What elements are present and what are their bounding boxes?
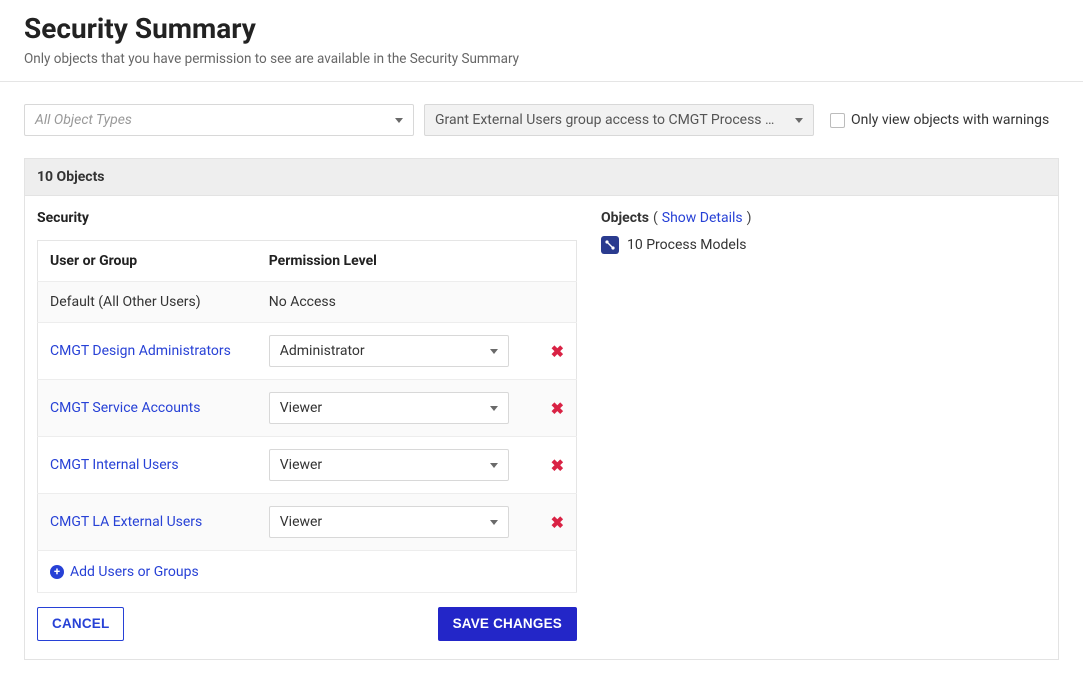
permission-select[interactable]: Viewer (269, 449, 509, 481)
warnings-only-checkbox[interactable]: Only view objects with warnings (830, 112, 1049, 128)
cancel-button[interactable]: CANCEL (37, 607, 124, 641)
caret-down-icon (490, 463, 498, 468)
process-model-icon (601, 236, 619, 254)
warnings-only-label: Only view objects with warnings (851, 112, 1049, 128)
show-details-link[interactable]: Show Details (662, 210, 743, 226)
remove-icon[interactable]: ✖ (551, 513, 564, 532)
filter-bar: All Object Types Grant External Users gr… (0, 82, 1083, 158)
panel-body: Security User or Group Permission Level … (25, 196, 1058, 659)
permission-select[interactable]: Administrator (269, 335, 509, 367)
panel-count-header: 10 Objects (25, 159, 1058, 196)
col-actions (539, 241, 577, 282)
group-link[interactable]: CMGT Design Administrators (50, 343, 231, 359)
default-group-label: Default (All Other Users) (50, 294, 201, 310)
group-link[interactable]: CMGT Service Accounts (50, 400, 200, 416)
object-types-placeholder: All Object Types (35, 112, 132, 128)
caret-down-icon (490, 349, 498, 354)
object-type-row: 10 Process Models (601, 236, 1046, 254)
permission-select[interactable]: Viewer (269, 392, 509, 424)
table-row: CMGT Service Accounts Viewer ✖ (38, 380, 577, 437)
add-users-groups-link[interactable]: + Add Users or Groups (50, 564, 199, 580)
caret-down-icon (395, 118, 403, 123)
group-link[interactable]: CMGT LA External Users (50, 514, 202, 530)
caret-down-icon (490, 406, 498, 411)
default-permission-label: No Access (269, 294, 336, 310)
col-permission: Permission Level (257, 241, 539, 282)
page-title: Security Summary (24, 12, 1059, 45)
security-section-title: Security (37, 210, 577, 226)
col-user-group: User or Group (38, 241, 257, 282)
permission-select[interactable]: Viewer (269, 506, 509, 538)
caret-down-icon (795, 118, 803, 123)
plus-circle-icon: + (50, 565, 64, 579)
group-link[interactable]: CMGT Internal Users (50, 457, 179, 473)
page-subtitle: Only objects that you have permission to… (24, 51, 1059, 67)
table-row: CMGT Internal Users Viewer ✖ (38, 437, 577, 494)
remove-icon[interactable]: ✖ (551, 342, 564, 361)
permission-value: Viewer (280, 400, 322, 416)
table-row-add: + Add Users or Groups (38, 551, 577, 593)
permission-value: Viewer (280, 514, 322, 530)
close-paren: ) (747, 210, 752, 226)
panel-wrap: 10 Objects Security User or Group Permis… (0, 158, 1083, 684)
button-row: CANCEL SAVE CHANGES (37, 607, 577, 641)
objects-header: Objects (Show Details) (601, 210, 1046, 226)
security-column: Security User or Group Permission Level … (37, 210, 577, 641)
object-types-dropdown[interactable]: All Object Types (24, 104, 414, 136)
scope-value: Grant External Users group access to CMG… (435, 112, 775, 128)
table-row: CMGT LA External Users Viewer ✖ (38, 494, 577, 551)
objects-title: Objects (601, 210, 649, 226)
objects-column: Objects (Show Details) 10 Process Models (601, 210, 1046, 641)
scope-dropdown[interactable]: Grant External Users group access to CMG… (424, 104, 814, 136)
security-panel: 10 Objects Security User or Group Permis… (24, 158, 1059, 660)
save-changes-button[interactable]: SAVE CHANGES (438, 607, 577, 641)
add-users-groups-label: Add Users or Groups (70, 564, 199, 580)
remove-icon[interactable]: ✖ (551, 456, 564, 475)
open-paren: ( (653, 210, 658, 226)
permission-value: Administrator (280, 343, 365, 359)
table-row-default: Default (All Other Users) No Access (38, 282, 577, 323)
page-header: Security Summary Only objects that you h… (0, 0, 1083, 81)
permission-value: Viewer (280, 457, 322, 473)
caret-down-icon (490, 520, 498, 525)
object-type-label: 10 Process Models (627, 237, 746, 253)
table-row: CMGT Design Administrators Administrator… (38, 323, 577, 380)
remove-icon[interactable]: ✖ (551, 399, 564, 418)
security-table: User or Group Permission Level Default (… (37, 240, 577, 593)
checkbox-icon (830, 113, 845, 128)
